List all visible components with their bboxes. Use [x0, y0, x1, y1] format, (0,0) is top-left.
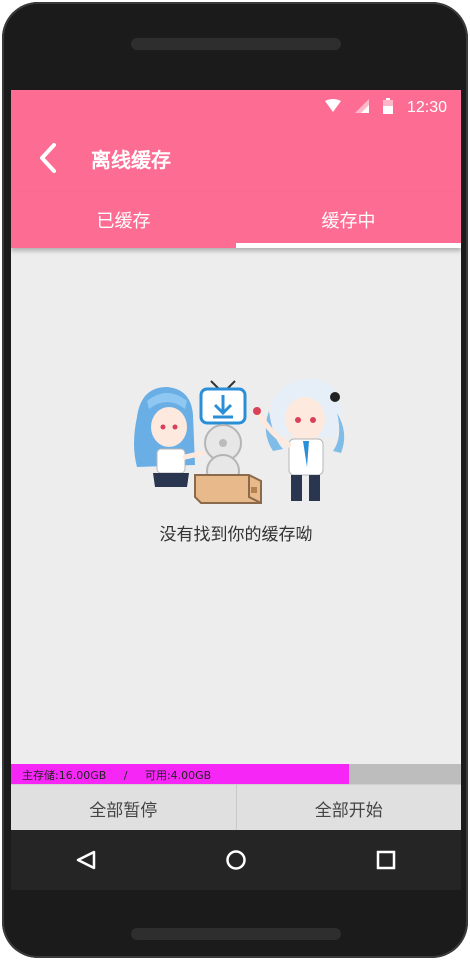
empty-cache-illustration	[134, 378, 345, 504]
app-screen: 12:30 离线缓存 已缓存 缓存中 没有找到你的缓存呦 主存储:16.00GB…	[11, 90, 461, 890]
back-arrow-icon	[40, 143, 56, 173]
nav-home-button[interactable]	[206, 835, 266, 885]
app-toolbar: 离线缓存	[11, 124, 461, 192]
girl-left-illustration	[134, 387, 206, 487]
signal-icon	[354, 99, 369, 117]
tab-caching[interactable]: 缓存中	[236, 192, 461, 248]
tab-bar: 已缓存 缓存中	[11, 192, 461, 248]
system-nav-bar	[11, 830, 461, 890]
cardboard-box	[194, 474, 262, 504]
nav-recents-icon	[376, 850, 396, 870]
phone-frame: 12:30 离线缓存 已缓存 缓存中 没有找到你的缓存呦 主存储:16.00GB…	[0, 0, 470, 960]
wifi-icon	[324, 99, 341, 117]
girl-right-illustration	[253, 378, 345, 501]
nav-home-icon	[226, 850, 246, 870]
start-all-button[interactable]: 全部开始	[235, 785, 462, 831]
download-tv-icon	[199, 380, 247, 425]
nav-recents-button[interactable]	[356, 835, 416, 885]
status-bar: 12:30	[11, 90, 461, 124]
pause-all-button[interactable]: 全部暂停	[11, 785, 236, 831]
tab-cached[interactable]: 已缓存	[11, 192, 236, 248]
page-title: 离线缓存	[91, 148, 171, 172]
battery-icon	[382, 98, 393, 118]
action-bar: 全部暂停 全部开始	[11, 784, 461, 831]
status-icons: 12:30	[324, 98, 447, 118]
storage-bar: 主存储:16.00GB / 可用:4.00GB	[11, 764, 461, 784]
storage-text: 主存储:16.00GB / 可用:4.00GB	[22, 769, 212, 782]
nav-back-icon	[76, 850, 96, 870]
bottom-speaker	[131, 928, 341, 940]
empty-message: 没有找到你的缓存呦	[159, 525, 313, 545]
nav-back-button[interactable]	[56, 835, 116, 885]
top-speaker	[131, 38, 341, 50]
status-time: 12:30	[406, 99, 447, 116]
back-button[interactable]	[31, 138, 65, 178]
